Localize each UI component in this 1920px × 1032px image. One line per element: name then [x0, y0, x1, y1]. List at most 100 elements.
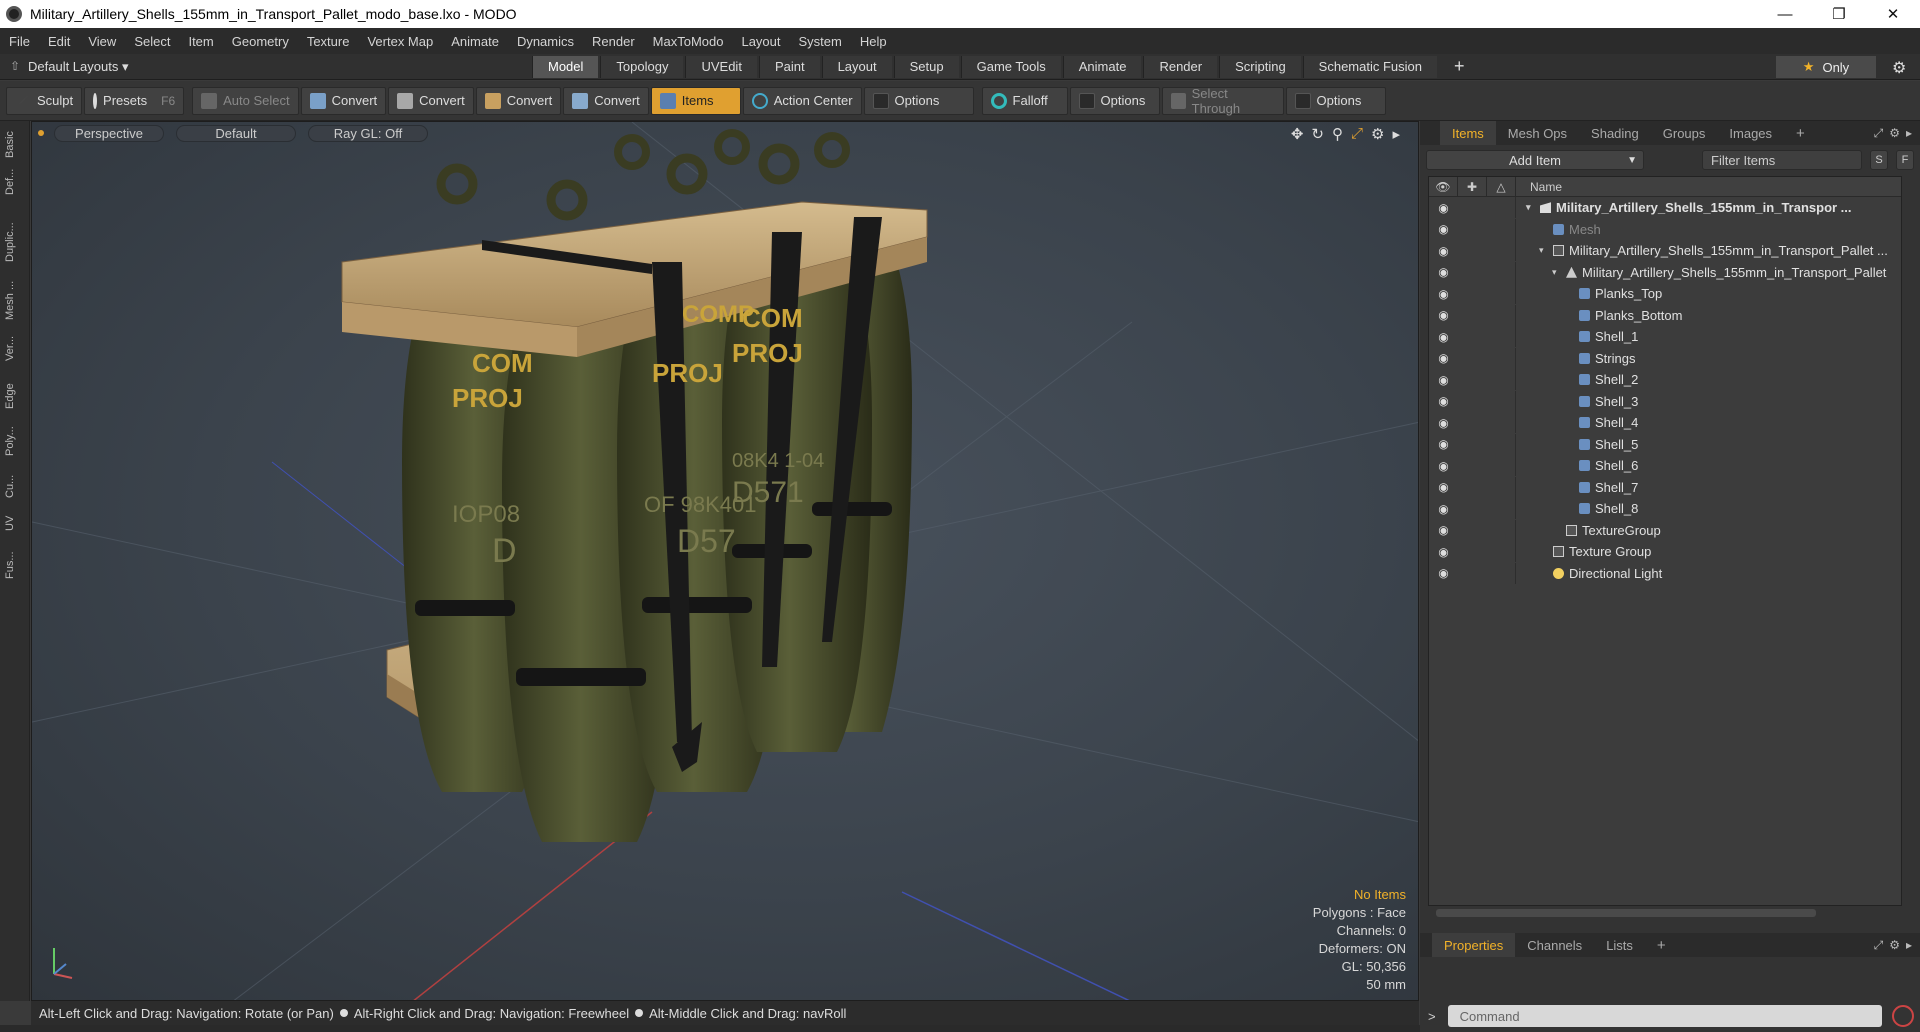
- tab-properties[interactable]: Properties: [1432, 933, 1516, 957]
- tab-fusion[interactable]: Fus...: [4, 545, 26, 585]
- rotate-icon[interactable]: ↻: [1311, 125, 1324, 143]
- visibility-eye-icon[interactable]: ◉: [1429, 287, 1458, 301]
- item-row[interactable]: ◉ Directional Light: [1429, 562, 1901, 585]
- name-column-header[interactable]: Name: [1516, 180, 1562, 194]
- menu-file[interactable]: File: [0, 34, 39, 49]
- menu-layout[interactable]: Layout: [732, 34, 789, 49]
- menu-system[interactable]: System: [790, 34, 851, 49]
- panel-settings-icon[interactable]: ⚙: [1889, 938, 1900, 953]
- visibility-column-eye-icon[interactable]: 👁: [1429, 176, 1458, 197]
- expand-arrow-icon[interactable]: ▸: [1392, 125, 1400, 143]
- tab-shading[interactable]: Shading: [1579, 121, 1651, 145]
- zoom-icon[interactable]: ⚲: [1332, 125, 1343, 143]
- tab-layout[interactable]: Layout: [821, 55, 892, 78]
- visibility-eye-icon[interactable]: ◉: [1429, 416, 1458, 430]
- command-input[interactable]: Command: [1447, 1005, 1882, 1027]
- add-item-button[interactable]: Add Item ▼: [1426, 150, 1644, 170]
- maximize-icon[interactable]: ⤢: [1874, 938, 1884, 953]
- lock-column-icon[interactable]: ✚: [1458, 176, 1487, 197]
- item-row[interactable]: ◉ Shell_6: [1429, 455, 1901, 477]
- tab-mesh-edit[interactable]: Mesh ...: [4, 277, 26, 323]
- visibility-eye-icon[interactable]: ◉: [1429, 480, 1458, 494]
- only-toggle-button[interactable]: ★ Only: [1776, 56, 1876, 78]
- item-row[interactable]: ◉ Shell_3: [1429, 390, 1901, 413]
- horizontal-scrollbar[interactable]: [1428, 907, 1902, 919]
- tab-scripting[interactable]: Scripting: [1219, 55, 1301, 78]
- items-mode-button[interactable]: Items: [650, 86, 741, 115]
- close-button[interactable]: ✕: [1866, 0, 1920, 28]
- visibility-eye-icon[interactable]: ◉: [1429, 523, 1458, 537]
- item-row[interactable]: ◉ ▾ Military_Artillery_Shells_155mm_in_Tra…: [1429, 197, 1901, 219]
- scrollbar-thumb[interactable]: [1436, 909, 1816, 917]
- tab-items[interactable]: Items: [1440, 121, 1496, 145]
- item-row[interactable]: ◉ Shell_5: [1429, 433, 1901, 456]
- item-row[interactable]: ◉ Mesh: [1429, 218, 1901, 241]
- tab-basic[interactable]: Basic: [4, 129, 26, 161]
- raygl-toggle[interactable]: Ray GL: Off: [308, 124, 428, 142]
- item-row[interactable]: ◉ Planks_Bottom: [1429, 304, 1901, 327]
- visibility-eye-icon[interactable]: ◉: [1429, 502, 1458, 516]
- visibility-eye-icon[interactable]: ◉: [1429, 394, 1458, 408]
- tab-topology[interactable]: Topology: [600, 55, 684, 78]
- menu-help[interactable]: Help: [851, 34, 896, 49]
- convert-polygons-button[interactable]: Convert: [475, 86, 562, 115]
- visibility-eye-icon[interactable]: ◉: [1429, 566, 1458, 580]
- falloff-options-button[interactable]: Options: [1069, 86, 1160, 115]
- tab-animate[interactable]: Animate: [1062, 55, 1142, 78]
- tab-duplicate[interactable]: Duplic...: [4, 217, 26, 267]
- expand-triangle-icon[interactable]: ▾: [1539, 245, 1553, 256]
- sculpt-button[interactable]: Sculpt: [6, 86, 83, 115]
- expand-triangle-icon[interactable]: ▾: [1552, 267, 1566, 278]
- 3d-viewport[interactable]: COM PROJ COMP PROJ COM PROJ IOP08 D OF 9…: [31, 121, 1419, 1001]
- tab-setup[interactable]: Setup: [893, 55, 959, 78]
- convert-vertices-button[interactable]: Convert: [300, 86, 387, 115]
- auto-select-button[interactable]: Auto Select: [192, 86, 299, 115]
- visibility-eye-icon[interactable]: ◉: [1429, 265, 1458, 279]
- convert-edges-button[interactable]: Convert: [388, 86, 474, 115]
- item-row[interactable]: ◉ Texture Group: [1429, 541, 1901, 563]
- filter-f-button[interactable]: F: [1896, 150, 1914, 170]
- visibility-eye-icon[interactable]: ◉: [1429, 308, 1458, 322]
- menu-geometry[interactable]: Geometry: [223, 34, 298, 49]
- item-row[interactable]: ◉ Shell_8: [1429, 498, 1901, 520]
- visibility-eye-icon[interactable]: ◉: [1429, 201, 1458, 215]
- fit-icon[interactable]: ⤢: [1351, 125, 1363, 143]
- menu-maxtomodo[interactable]: MaxToModo: [644, 34, 733, 49]
- menu-render[interactable]: Render: [583, 34, 644, 49]
- add-properties-tab-button[interactable]: +: [1645, 933, 1678, 957]
- action-center-button[interactable]: Action Center: [742, 86, 862, 115]
- item-row[interactable]: ◉ Planks_Top: [1429, 283, 1901, 305]
- visibility-eye-icon[interactable]: ◉: [1429, 545, 1458, 559]
- tab-groups[interactable]: Groups: [1651, 121, 1718, 145]
- presets-button[interactable]: Presets F6: [84, 86, 185, 115]
- tab-lists[interactable]: Lists: [1594, 933, 1645, 957]
- render-column-icon[interactable]: △: [1487, 176, 1516, 197]
- gear-icon[interactable]: ⚙: [1892, 58, 1910, 77]
- panel-settings-icon[interactable]: ⚙: [1889, 126, 1900, 141]
- tab-edge[interactable]: Edge: [4, 381, 26, 411]
- tab-polygon[interactable]: Poly...: [4, 421, 26, 461]
- item-row[interactable]: ◉ ▾ Military_Artillery_Shells_155mm_in_Tra…: [1429, 240, 1901, 262]
- menu-view[interactable]: View: [79, 34, 125, 49]
- tab-schematic-fusion[interactable]: Schematic Fusion: [1302, 55, 1437, 78]
- menu-item[interactable]: Item: [179, 34, 222, 49]
- filter-s-button[interactable]: S: [1870, 150, 1888, 170]
- tab-game-tools[interactable]: Game Tools: [960, 55, 1061, 78]
- menu-texture[interactable]: Texture: [298, 34, 359, 49]
- action-center-options-button[interactable]: Options: [863, 86, 974, 115]
- expand-arrow-icon[interactable]: ▸: [1906, 938, 1912, 953]
- record-macro-icon[interactable]: [1891, 1005, 1914, 1027]
- item-row[interactable]: ◉ ▾ Military_Artillery_Shells_155mm_in_Tra…: [1429, 261, 1901, 284]
- menu-vertex-map[interactable]: Vertex Map: [358, 34, 442, 49]
- tab-paint[interactable]: Paint: [758, 55, 820, 78]
- tab-mesh-ops[interactable]: Mesh Ops: [1496, 121, 1579, 145]
- visibility-eye-icon[interactable]: ◉: [1429, 459, 1458, 473]
- tab-uv[interactable]: UV: [4, 511, 26, 535]
- visibility-eye-icon[interactable]: ◉: [1429, 351, 1458, 365]
- item-row[interactable]: ◉ Shell_2: [1429, 369, 1901, 391]
- tab-model[interactable]: Model: [532, 55, 599, 78]
- tab-vertex[interactable]: Ver...: [4, 333, 26, 363]
- visibility-eye-icon[interactable]: ◉: [1429, 222, 1458, 236]
- visibility-eye-icon[interactable]: ◉: [1429, 244, 1458, 258]
- add-panel-tab-button[interactable]: +: [1784, 121, 1817, 145]
